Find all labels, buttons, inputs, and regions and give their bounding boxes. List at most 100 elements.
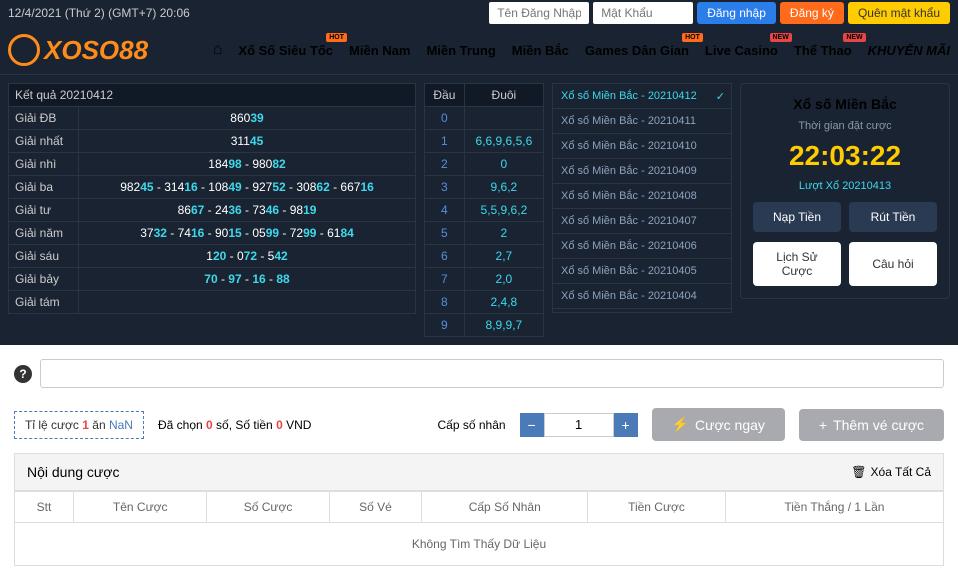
- draws-column: Xổ số Miền Bắc - 20210412✓Xổ số Miền Bắc…: [552, 83, 732, 337]
- add-ticket-button[interactable]: +Thêm vé cược: [799, 409, 944, 441]
- draws-list[interactable]: Xổ số Miền Bắc - 20210412✓Xổ số Miền Bắc…: [552, 83, 732, 313]
- digit-tail: 6,6,9,6,5,6: [464, 130, 543, 153]
- prize-label: Giải nhất: [9, 130, 79, 153]
- digit-tail: 0: [464, 153, 543, 176]
- digit-tail: 2: [464, 222, 543, 245]
- digits-column: ĐầuĐuôi 016,6,9,6,5,62039,6,245,5,9,6,25…: [424, 83, 544, 337]
- results-column: Kết quả 20210412 Giải ĐB86039Giải nhất31…: [8, 83, 416, 337]
- prize-value: 98245 - 31416 - 10849 - 92752 - 30862 - …: [79, 176, 416, 199]
- username-input[interactable]: [489, 2, 589, 24]
- nav-mien-trung[interactable]: Miền Trung: [426, 43, 495, 58]
- prize-label: Giải ĐB: [9, 107, 79, 130]
- bet-input[interactable]: [40, 359, 944, 388]
- draw-list-item[interactable]: Xổ số Miền Bắc - 20210404: [553, 284, 731, 309]
- digit-head: 5: [425, 222, 465, 245]
- history-button[interactable]: Lịch Sử Cược: [753, 242, 841, 286]
- stepper-minus-button[interactable]: −: [520, 413, 544, 437]
- forgot-password-button[interactable]: Quên mật khẩu: [848, 2, 950, 24]
- bet-column-header: Tên Cược: [74, 492, 207, 523]
- new-badge: NEW: [770, 33, 792, 42]
- prize-value: 70 - 97 - 16 - 88: [79, 268, 416, 291]
- nav-games[interactable]: Games Dân GianHOT: [585, 43, 689, 58]
- deposit-button[interactable]: Nạp Tiền: [753, 202, 841, 232]
- bet-column-header: Cấp Số Nhân: [422, 492, 588, 523]
- prize-label: Giải nhì: [9, 153, 79, 176]
- draw-list-item[interactable]: Xổ số Miền Bắc - 20210403: [553, 309, 731, 313]
- multiplier-label: Cấp số nhân: [437, 418, 505, 432]
- results-table: Kết quả 20210412 Giải ĐB86039Giải nhất31…: [8, 83, 416, 314]
- side-title: Xổ số Miền Bắc: [753, 96, 937, 112]
- logo[interactable]: XOSO88: [8, 34, 148, 66]
- top-bar: 12/4/2021 (Thứ 2) (GMT+7) 20:06 Đăng nhậ…: [0, 0, 958, 26]
- faq-button[interactable]: Câu hỏi: [849, 242, 937, 286]
- digit-head: 4: [425, 199, 465, 222]
- draw-list-item[interactable]: Xổ số Miền Bắc - 20210409: [553, 159, 731, 184]
- login-button[interactable]: Đăng nhập: [697, 2, 776, 24]
- logo-icon: [8, 34, 40, 66]
- bet-content-title: Nội dung cược: [27, 464, 119, 480]
- prize-value: 8667 - 2436 - 7346 - 9819: [79, 199, 416, 222]
- digit-tail: 2,7: [464, 245, 543, 268]
- prize-label: Giải tám: [9, 291, 79, 314]
- trash-icon: 🗑: [851, 465, 866, 479]
- results-header: Kết quả 20210412: [9, 84, 416, 107]
- register-button[interactable]: Đăng ký: [780, 2, 844, 24]
- digit-head: 6: [425, 245, 465, 268]
- main-content: Kết quả 20210412 Giải ĐB86039Giải nhất31…: [0, 75, 958, 345]
- bet-now-button[interactable]: ⚡Cược ngay: [652, 408, 785, 441]
- digit-head: 9: [425, 314, 465, 337]
- nav-mien-bac[interactable]: Miền Bắc: [512, 43, 569, 58]
- draw-list-item[interactable]: Xổ số Miền Bắc - 20210410: [553, 134, 731, 159]
- digit-head: 0: [425, 107, 465, 130]
- digit-tail: 5,5,9,6,2: [464, 199, 543, 222]
- countdown-label: Thời gian đặt cược: [753, 120, 937, 132]
- odds-ratio: Tỉ lệ cược 1 ăn NaN: [14, 411, 144, 439]
- digit-tail: [464, 107, 543, 130]
- prize-value: 120 - 072 - 542: [79, 245, 416, 268]
- digit-head: 2: [425, 153, 465, 176]
- withdraw-button[interactable]: Rút Tiền: [849, 202, 937, 232]
- digit-head: 7: [425, 268, 465, 291]
- help-icon[interactable]: ?: [14, 365, 32, 383]
- side-panel: Xổ số Miền Bắc Thời gian đặt cược 22:03:…: [740, 83, 950, 299]
- draw-list-item[interactable]: Xổ số Miền Bắc - 20210412✓: [553, 84, 731, 109]
- nav-live-casino[interactable]: Live CasinoNEW: [705, 43, 778, 58]
- draw-list-item[interactable]: Xổ số Miền Bắc - 20210411: [553, 109, 731, 134]
- clear-all-button[interactable]: 🗑Xóa Tất Cả: [851, 465, 931, 479]
- home-icon[interactable]: ⌂: [213, 41, 223, 59]
- bet-column-header: Số Vé: [329, 492, 422, 523]
- nav-sieu-toc[interactable]: Xổ Số Siêu TốcHOT: [238, 43, 333, 58]
- side-column: Xổ số Miền Bắc Thời gian đặt cược 22:03:…: [740, 83, 950, 337]
- digit-tail: 2,4,8: [464, 291, 543, 314]
- nav-mien-nam[interactable]: Miền Nam: [349, 43, 410, 58]
- nav-the-thao[interactable]: Thể ThaoNEW: [794, 43, 852, 58]
- prize-label: Giải sáu: [9, 245, 79, 268]
- lightning-icon: ⚡: [672, 416, 689, 433]
- draw-list-item[interactable]: Xổ số Miền Bắc - 20210407: [553, 209, 731, 234]
- prize-value: 18498 - 98082: [79, 153, 416, 176]
- draw-list-item[interactable]: Xổ số Miền Bắc - 20210406: [553, 234, 731, 259]
- bet-column-header: Tiền Thắng / 1 Lần: [725, 492, 943, 523]
- prize-label: Giải ba: [9, 176, 79, 199]
- digit-head: 8: [425, 291, 465, 314]
- stepper-plus-button[interactable]: +: [614, 413, 638, 437]
- prize-value: 86039: [79, 107, 416, 130]
- prize-label: Giải tư: [9, 199, 79, 222]
- multiplier-input[interactable]: [544, 413, 614, 437]
- digit-head: 1: [425, 130, 465, 153]
- bet-column-header: Stt: [15, 492, 74, 523]
- prize-value: 3732 - 7416 - 9015 - 0599 - 7299 - 6184: [79, 222, 416, 245]
- check-icon: ✓: [716, 90, 725, 103]
- digits-tail-header: Đuôi: [464, 84, 543, 107]
- draw-list-item[interactable]: Xổ số Miền Bắc - 20210408: [553, 184, 731, 209]
- selection-summary: Đã chọn 0 số, Số tiền 0 VND: [158, 418, 311, 432]
- empty-message: Không Tìm Thấy Dữ Liệu: [15, 523, 944, 566]
- draw-list-item[interactable]: Xổ số Miền Bắc - 20210405: [553, 259, 731, 284]
- multiplier-stepper: − +: [520, 413, 638, 437]
- password-input[interactable]: [593, 2, 693, 24]
- nav-khuyen-mai[interactable]: KHUYẾN MÃI: [868, 43, 950, 58]
- digit-tail: 8,9,9,7: [464, 314, 543, 337]
- prize-value: [79, 291, 416, 314]
- countdown-timer: 22:03:22: [753, 140, 937, 172]
- navbar: XOSO88 ⌂ Xổ Số Siêu TốcHOT Miền Nam Miền…: [0, 26, 958, 75]
